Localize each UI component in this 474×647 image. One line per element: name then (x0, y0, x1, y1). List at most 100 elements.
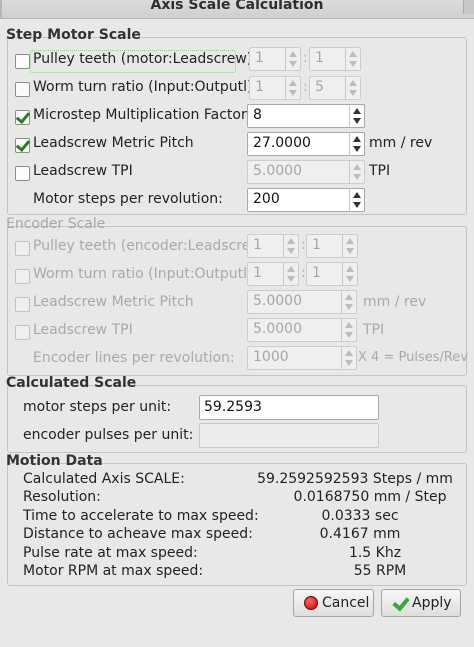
spin-down-icon[interactable] (353, 174, 361, 180)
spin-up-icon[interactable] (345, 350, 353, 356)
spin-up-icon[interactable] (346, 238, 354, 244)
worm-input-value: 1 (255, 79, 264, 95)
pulley-teeth-checkbox[interactable] (15, 54, 30, 69)
spin-up-icon[interactable] (287, 238, 295, 244)
pulley-motor-spinbox[interactable]: 1 (249, 47, 301, 71)
spin-up-icon[interactable] (353, 164, 361, 170)
encoder-pulses-per-unit-field[interactable] (199, 423, 379, 448)
worm-output-value: 5 (315, 79, 324, 95)
apply-check-icon (392, 596, 408, 610)
spin-up-icon[interactable] (353, 108, 361, 114)
enc-pulley-a-arrows[interactable] (283, 235, 298, 257)
window-close-button[interactable] (463, 0, 474, 14)
md-accel-time-label: Time to accelerate to max speed: (23, 508, 259, 524)
enc-lines-arrows[interactable] (341, 347, 356, 369)
spin-down-icon[interactable] (345, 332, 353, 338)
spin-up-icon[interactable] (349, 51, 357, 57)
metric-pitch-value: 27.0000 (253, 135, 311, 151)
spin-up-icon[interactable] (353, 192, 361, 198)
microstep-checkbox[interactable] (15, 110, 30, 125)
enc-pulley-b-spinbox[interactable]: 1 (306, 234, 358, 258)
tpi-arrows[interactable] (349, 161, 364, 183)
enc-tpi-unit: TPI (363, 322, 385, 338)
pulley-motor-arrows[interactable] (285, 48, 300, 70)
steps-per-rev-spinbox[interactable]: 200 (247, 188, 365, 212)
spin-down-icon[interactable] (353, 118, 361, 124)
worm-ratio-checkbox[interactable] (15, 82, 30, 97)
enc-worm-colon: : (301, 265, 306, 281)
metric-pitch-label: Leadscrew Metric Pitch (33, 135, 194, 151)
tpi-checkbox[interactable] (15, 166, 30, 181)
motion-data-title: Motion Data (6, 453, 103, 469)
spin-up-icon[interactable] (289, 51, 297, 57)
steps-per-rev-label: Motor steps per revolution: (33, 191, 223, 207)
enc-pulley-a-spinbox[interactable]: 1 (247, 234, 299, 258)
tpi-value: 5.0000 (253, 163, 302, 179)
worm-output-arrows[interactable] (345, 77, 360, 99)
metric-pitch-spinbox[interactable]: 27.0000 (247, 132, 365, 156)
md-scale-label: Calculated Axis SCALE: (23, 471, 185, 487)
steps-per-rev-arrows[interactable] (349, 189, 364, 211)
enc-worm-b-arrows[interactable] (342, 263, 357, 285)
spin-down-icon[interactable] (346, 248, 354, 254)
metric-pitch-arrows[interactable] (349, 133, 364, 155)
step-motor-scale-title: Step Motor Scale (6, 27, 141, 43)
md-pulse-rate-value: 1.5 Khz (348, 545, 402, 561)
pulley-leadscrew-arrows[interactable] (345, 48, 360, 70)
enc-tpi-spinbox[interactable]: 5.0000 (247, 318, 357, 342)
spin-down-icon[interactable] (349, 90, 357, 96)
enc-pulley-checkbox[interactable] (15, 241, 30, 256)
enc-pulley-b-arrows[interactable] (342, 235, 357, 257)
enc-pulley-label: Pulley teeth (encoder:Leadscrew): (33, 238, 272, 254)
pulley-leadscrew-spinbox[interactable]: 1 (309, 47, 361, 71)
spin-down-icon[interactable] (289, 90, 297, 96)
spin-down-icon[interactable] (353, 202, 361, 208)
encoder-scale-title: Encoder Scale (6, 216, 106, 232)
enc-worm-a-spinbox[interactable]: 1 (247, 262, 299, 286)
worm-output-spinbox[interactable]: 5 (309, 76, 361, 100)
spin-down-icon[interactable] (346, 276, 354, 282)
enc-pulley-b-value: 1 (312, 237, 321, 253)
spin-down-icon[interactable] (287, 248, 295, 254)
cancel-icon (304, 596, 318, 610)
enc-lines-value: 1000 (253, 349, 289, 365)
enc-worm-b-spinbox[interactable]: 1 (306, 262, 358, 286)
enc-metric-pitch-arrows[interactable] (341, 291, 356, 313)
enc-tpi-arrows[interactable] (341, 319, 356, 341)
spin-down-icon[interactable] (345, 304, 353, 310)
pulley-colon: : (303, 50, 308, 66)
spin-up-icon[interactable] (353, 136, 361, 142)
enc-worm-checkbox[interactable] (15, 269, 30, 284)
motor-steps-per-unit-field[interactable]: 59.2593 (199, 395, 379, 420)
apply-button[interactable]: Apply (381, 589, 461, 617)
spin-down-icon[interactable] (349, 61, 357, 67)
md-accel-distance-value: 0.4167 mm (319, 526, 401, 542)
spin-up-icon[interactable] (349, 80, 357, 86)
spin-up-icon[interactable] (345, 322, 353, 328)
cancel-button-label: Cancel (322, 595, 370, 611)
spin-up-icon[interactable] (287, 266, 295, 272)
microstep-spinbox[interactable]: 8 (247, 104, 365, 128)
enc-tpi-checkbox[interactable] (15, 325, 30, 340)
spin-up-icon[interactable] (345, 294, 353, 300)
spin-down-icon[interactable] (287, 276, 295, 282)
microstep-arrows[interactable] (349, 105, 364, 127)
enc-tpi-label: Leadscrew TPI (33, 322, 133, 338)
worm-input-spinbox[interactable]: 1 (249, 76, 301, 100)
spin-down-icon[interactable] (353, 146, 361, 152)
enc-metric-pitch-checkbox[interactable] (15, 297, 30, 312)
enc-worm-a-arrows[interactable] (283, 263, 298, 285)
enc-lines-spinbox[interactable]: 1000 (247, 346, 357, 370)
encoder-pulses-per-unit-label: encoder pulses per unit: (23, 427, 194, 443)
cancel-button[interactable]: Cancel (293, 589, 374, 617)
spin-down-icon[interactable] (345, 360, 353, 366)
metric-pitch-unit: mm / rev (369, 135, 433, 151)
spin-up-icon[interactable] (346, 266, 354, 272)
spin-down-icon[interactable] (289, 61, 297, 67)
enc-metric-pitch-spinbox[interactable]: 5.0000 (247, 290, 357, 314)
tpi-spinbox[interactable]: 5.0000 (247, 160, 365, 184)
worm-input-arrows[interactable] (285, 77, 300, 99)
steps-per-rev-value: 200 (253, 191, 280, 207)
spin-up-icon[interactable] (289, 80, 297, 86)
metric-pitch-checkbox[interactable] (15, 138, 30, 153)
